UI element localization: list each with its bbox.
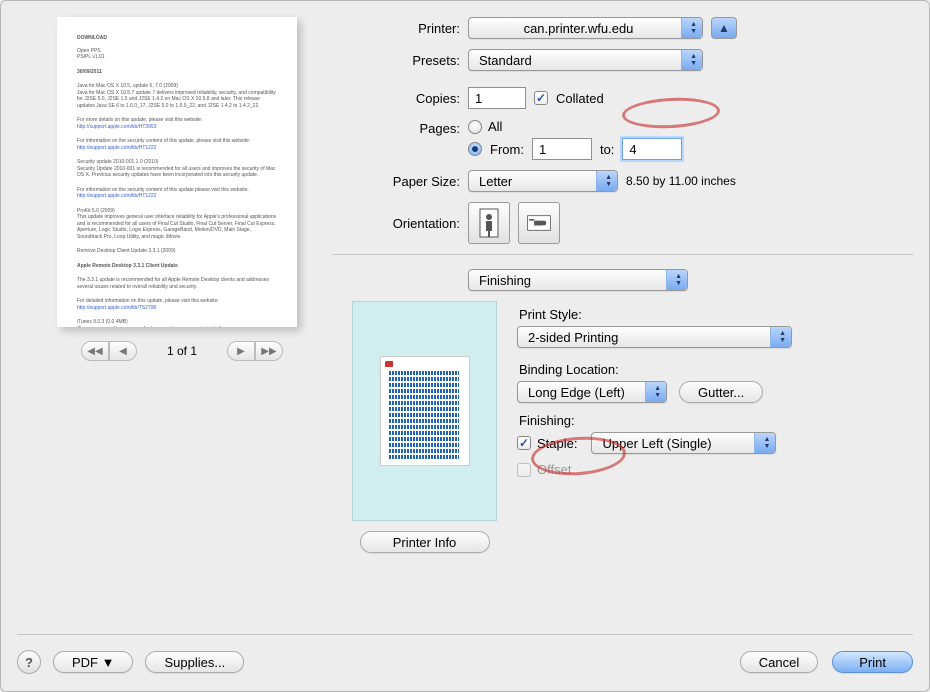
nav-prev-button[interactable]: ◀ <box>109 341 137 361</box>
finishing-preview <box>352 301 497 521</box>
print-style-label: Print Style: <box>519 307 913 322</box>
help-button[interactable]: ? <box>17 650 41 674</box>
preview-navigation: ◀◀ ◀ 1 of 1 ▶ ▶▶ <box>57 341 307 361</box>
staple-label: Staple: <box>537 436 577 451</box>
print-style-select[interactable]: 2-sided Printing ▲▼ <box>517 326 792 348</box>
binding-location-select[interactable]: Long Edge (Left) ▲▼ <box>517 381 667 403</box>
orientation-portrait-button[interactable] <box>468 202 510 244</box>
cancel-button[interactable]: Cancel <box>740 651 818 673</box>
feature-section-select[interactable]: Finishing ▲▼ <box>468 269 688 291</box>
pages-all-radio[interactable] <box>468 120 482 134</box>
collated-label: Collated <box>556 91 604 106</box>
document-preview: DOWNLOAD Open PPSPS/PL v1.01 30/09/2011 … <box>57 17 297 327</box>
finishing-preview-page <box>380 356 470 466</box>
print-settings-pane: Printer: can.printer.wfu.edu ▲▼ ▲ Preset… <box>322 17 913 597</box>
pages-from-label: From: <box>490 142 524 157</box>
presets-label: Presets: <box>332 53 468 68</box>
finishing-section-label: Finishing: <box>519 413 913 428</box>
paper-size-value: Letter <box>479 174 512 189</box>
pdf-menu-button[interactable]: PDF ▼ <box>53 651 133 673</box>
nav-last-button[interactable]: ▶▶ <box>255 341 283 361</box>
binding-location-label: Binding Location: <box>519 362 913 377</box>
orientation-label: Orientation: <box>332 216 468 231</box>
orientation-landscape-button[interactable] <box>518 202 560 244</box>
preview-page-indicator: 1 of 1 <box>147 344 217 358</box>
print-dialog: DOWNLOAD Open PPSPS/PL v1.01 30/09/2011 … <box>0 0 930 692</box>
printer-select[interactable]: can.printer.wfu.edu ▲▼ <box>468 17 703 39</box>
document-preview-pane: DOWNLOAD Open PPSPS/PL v1.01 30/09/2011 … <box>17 17 322 597</box>
presets-select[interactable]: Standard ▲▼ <box>468 49 703 71</box>
presets-select-value: Standard <box>479 53 532 68</box>
staple-checkbox[interactable] <box>517 436 531 450</box>
offset-label: Offset <box>537 462 571 477</box>
pages-all-label: All <box>488 119 502 134</box>
feature-section-value: Finishing <box>479 273 531 288</box>
copies-input[interactable] <box>468 87 526 109</box>
paper-dimensions-label: 8.50 by 11.00 inches <box>626 174 736 188</box>
supplies-button[interactable]: Supplies... <box>145 651 244 673</box>
print-button[interactable]: Print <box>832 651 913 673</box>
printer-disclosure-button[interactable]: ▲ <box>711 17 737 39</box>
nav-next-button[interactable]: ▶ <box>227 341 255 361</box>
paper-size-label: Paper Size: <box>332 174 468 189</box>
print-style-value: 2-sided Printing <box>528 330 618 345</box>
pages-from-input[interactable] <box>532 138 592 160</box>
printer-info-button[interactable]: Printer Info <box>360 531 490 553</box>
staple-position-select[interactable]: Upper Left (Single) ▲▼ <box>591 432 776 454</box>
pages-from-radio[interactable] <box>468 142 482 156</box>
paper-size-select[interactable]: Letter ▲▼ <box>468 170 618 192</box>
binding-location-value: Long Edge (Left) <box>528 385 625 400</box>
staple-position-value: Upper Left (Single) <box>602 436 711 451</box>
gutter-button[interactable]: Gutter... <box>679 381 763 403</box>
copies-label: Copies: <box>332 91 468 106</box>
pages-label: Pages: <box>332 119 468 136</box>
offset-checkbox <box>517 463 531 477</box>
printer-select-value: can.printer.wfu.edu <box>524 21 634 36</box>
collated-checkbox[interactable] <box>534 91 548 105</box>
pages-to-label: to: <box>600 142 614 157</box>
nav-first-button[interactable]: ◀◀ <box>81 341 109 361</box>
dialog-button-bar: ? PDF ▼ Supplies... Cancel Print <box>17 647 913 677</box>
printer-label: Printer: <box>332 21 468 36</box>
pages-to-input[interactable] <box>622 138 682 160</box>
